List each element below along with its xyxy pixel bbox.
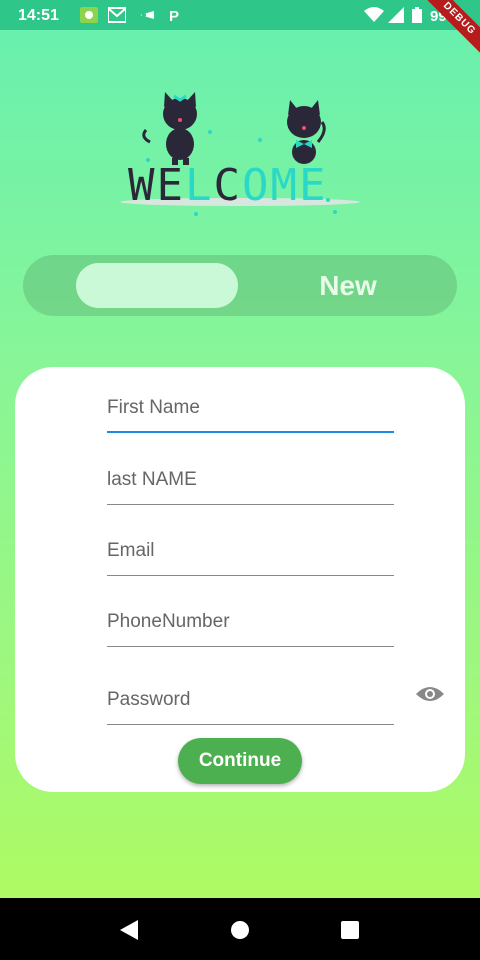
email-input[interactable] bbox=[107, 518, 394, 580]
last-name-underline bbox=[107, 504, 394, 505]
cat-left-icon bbox=[142, 92, 197, 165]
password-underline bbox=[107, 724, 394, 725]
toggle-active-pill[interactable] bbox=[76, 263, 238, 308]
app-icon bbox=[80, 7, 98, 23]
battery-icon bbox=[412, 7, 422, 23]
signup-form-card: Continue bbox=[15, 367, 465, 792]
last-name-input[interactable] bbox=[107, 447, 394, 509]
password-field bbox=[107, 667, 394, 729]
welcome-text: WELCOME bbox=[128, 160, 328, 211]
home-icon[interactable] bbox=[231, 921, 249, 939]
svg-text:P: P bbox=[169, 8, 179, 23]
first-name-underline bbox=[107, 431, 394, 433]
toggle-new-label[interactable]: New bbox=[293, 270, 403, 302]
p-icon: P bbox=[169, 8, 179, 23]
eye-icon[interactable] bbox=[415, 683, 445, 705]
back-icon[interactable] bbox=[120, 920, 138, 940]
status-time: 14:51 bbox=[18, 7, 59, 24]
email-underline bbox=[107, 575, 394, 576]
phone-underline bbox=[107, 646, 394, 647]
status-bar: 14:51 P 99% bbox=[0, 0, 480, 30]
phone-input[interactable] bbox=[107, 589, 394, 651]
phone-field bbox=[107, 589, 394, 651]
nav-bar bbox=[0, 898, 480, 960]
cast-icon bbox=[140, 11, 154, 19]
first-name-field bbox=[107, 375, 394, 437]
continue-button[interactable]: Continue bbox=[178, 738, 302, 784]
first-name-input[interactable] bbox=[107, 375, 394, 437]
cat-right-icon bbox=[287, 100, 326, 164]
gmail-icon bbox=[108, 7, 126, 23]
recents-icon[interactable] bbox=[341, 921, 359, 939]
signal-icon bbox=[388, 7, 404, 23]
wifi-icon bbox=[364, 7, 384, 22]
last-name-field bbox=[107, 447, 394, 509]
welcome-illustration: WELCOME bbox=[120, 92, 360, 216]
login-signup-toggle[interactable]: New bbox=[23, 255, 457, 316]
password-input[interactable] bbox=[107, 667, 394, 729]
email-field bbox=[107, 518, 394, 580]
